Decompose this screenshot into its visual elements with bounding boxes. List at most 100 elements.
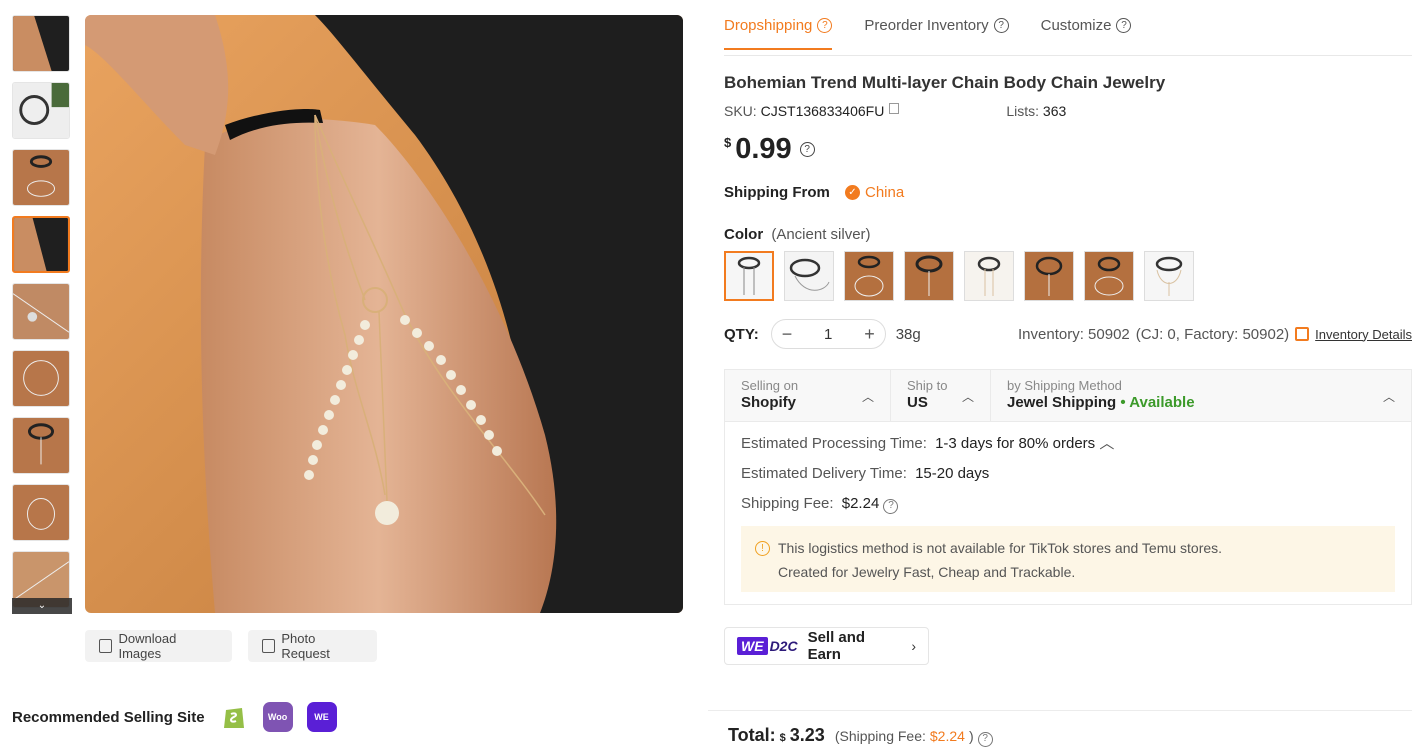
shipping-from-row: Shipping From ✓ China <box>724 184 1412 201</box>
video-icon <box>262 639 276 653</box>
chevron-up-icon[interactable]: ︿ <box>1099 435 1114 452</box>
minus-button[interactable]: − <box>782 324 793 345</box>
photo-request-button[interactable]: Photo Request <box>248 630 377 662</box>
thumbnail-8[interactable] <box>12 484 70 541</box>
price-amount: 0.99 <box>735 133 792 165</box>
price: $ 0.99 ? <box>724 133 1412 166</box>
shopify-icon[interactable] <box>218 702 249 732</box>
tab-preorder-label: Preorder Inventory <box>864 17 989 34</box>
thumbnail-6[interactable] <box>12 350 70 407</box>
sku-row: SKU: CJST136833406FU Lists: 363 <box>724 103 1412 119</box>
thumbnail-5[interactable] <box>12 283 70 340</box>
delivery-time-row: Estimated Delivery Time: 15-20 days <box>741 464 1395 494</box>
wed2c-d2c: D2C <box>769 638 798 654</box>
total-fee-label: (Shipping Fee: <box>834 728 926 744</box>
wed2c-text: WE <box>314 712 329 722</box>
warehouse-icon <box>1295 327 1310 341</box>
thumbnail-strip <box>12 15 72 615</box>
shipping-method-select[interactable]: by Shipping Method Jewel Shipping • Avai… <box>991 370 1411 421</box>
thumbnail-3[interactable] <box>12 149 70 206</box>
sku-value: CJST136833406FU <box>760 103 885 119</box>
ship-to-select[interactable]: Ship to US ︿ <box>891 370 991 421</box>
shipping-method-label: by Shipping Method <box>1007 378 1122 393</box>
download-image-icon <box>99 639 113 653</box>
lists-value: 363 <box>1042 103 1067 119</box>
warning-icon: ! <box>755 541 770 556</box>
wed2c-icon[interactable]: WE <box>306 702 337 732</box>
chevron-up-icon: ︿ <box>961 390 974 404</box>
processing-time-value: 1-3 days for 80% orders <box>935 435 1096 452</box>
total-row: Total: $ 3.23 (Shipping Fee: $2.24) ? <box>708 710 1412 747</box>
shipping-selectors: Selling on Shopify ︿ Ship to US ︿ by Shi… <box>725 370 1411 422</box>
help-icon[interactable]: ? <box>977 731 993 747</box>
color-swatch[interactable] <box>724 251 774 301</box>
thumbnail-scroll-down-icon[interactable]: ⌄ <box>12 598 72 614</box>
wed2c-we: WE <box>737 637 768 655</box>
chevron-up-icon: ︿ <box>1382 390 1395 404</box>
plus-button[interactable]: + <box>864 324 875 345</box>
color-swatch[interactable] <box>1084 251 1134 301</box>
help-icon[interactable]: ? <box>883 498 899 514</box>
shipping-from-label: Shipping From <box>724 184 830 201</box>
sell-and-earn-button[interactable]: WE D2C Sell and Earn › <box>724 627 929 665</box>
tab-dropshipping-label: Dropshipping <box>724 17 813 34</box>
color-swatch[interactable] <box>904 251 954 301</box>
total-fee-close: ) <box>968 728 974 744</box>
shipping-fee-row: Shipping Fee: $2.24 ? <box>741 494 1395 524</box>
shipping-box: Selling on Shopify ︿ Ship to US ︿ by Shi… <box>724 369 1412 605</box>
quantity-input[interactable]: 1 <box>824 326 832 343</box>
delivery-time-label: Estimated Delivery Time: <box>741 465 907 482</box>
quantity-row: QTY: − 1 + 38g Inventory: 50902 (CJ: 0, … <box>724 319 1412 349</box>
selling-on-select[interactable]: Selling on Shopify ︿ <box>725 370 891 421</box>
copy-icon[interactable] <box>889 103 900 114</box>
thumbnail-7[interactable] <box>12 417 70 474</box>
inventory-detail: (CJ: 0, Factory: 50902) <box>1135 325 1290 343</box>
color-swatch[interactable] <box>844 251 894 301</box>
help-icon[interactable]: ? <box>1116 18 1132 33</box>
warning-line-1: This logistics method is not available f… <box>778 540 1223 556</box>
shipping-from-country[interactable]: China <box>865 184 904 201</box>
tab-customize[interactable]: Customize ? <box>1041 17 1132 48</box>
thumbnail-2[interactable] <box>12 82 70 139</box>
color-swatch[interactable] <box>1024 251 1074 301</box>
logistics-warning: ! This logistics method is not available… <box>741 526 1395 592</box>
sku-label: SKU: <box>724 103 757 119</box>
sell-and-earn-label: Sell and Earn <box>807 629 866 663</box>
weight: 38g <box>895 325 921 343</box>
product-title: Bohemian Trend Multi-layer Chain Body Ch… <box>724 73 1166 92</box>
color-swatch[interactable] <box>784 251 834 301</box>
warning-line-2: Created for Jewelry Fast, Cheap and Trac… <box>778 564 1076 580</box>
check-icon: ✓ <box>845 185 860 200</box>
price-help-icon[interactable]: ? <box>799 142 815 157</box>
tab-customize-label: Customize <box>1040 17 1112 34</box>
shipping-fee-label: Shipping Fee: <box>741 495 834 512</box>
color-swatch[interactable] <box>964 251 1014 301</box>
thumbnail-1[interactable] <box>12 15 70 72</box>
ship-to-value: US <box>907 394 928 411</box>
woocommerce-icon[interactable]: Woo <box>262 702 293 732</box>
wed2c-logo: WE D2C <box>737 637 798 655</box>
qty-label: QTY: <box>724 325 759 343</box>
color-swatches <box>724 251 1412 301</box>
color-row: Color (Ancient silver) <box>724 226 1412 243</box>
color-swatch[interactable] <box>1144 251 1194 301</box>
inventory-details-link[interactable]: Inventory Details <box>1315 327 1412 342</box>
tab-dropshipping[interactable]: Dropshipping ? <box>724 17 833 50</box>
inventory: Inventory: 50902 (CJ: 0, Factory: 50902)… <box>1018 326 1412 343</box>
shipping-method-status: • Available <box>1120 394 1195 411</box>
color-selected: (Ancient silver) <box>771 226 871 243</box>
shipping-details: Estimated Processing Time: 1-3 days for … <box>725 422 1411 604</box>
photo-request-label: Photo Request <box>281 631 330 661</box>
help-icon[interactable]: ? <box>817 18 833 33</box>
help-icon[interactable]: ? <box>993 18 1009 33</box>
tab-preorder-inventory[interactable]: Preorder Inventory ? <box>864 17 1009 48</box>
total-currency: $ <box>779 732 786 744</box>
total-amount: 3.23 <box>789 725 825 745</box>
processing-time-row: Estimated Processing Time: 1-3 days for … <box>741 434 1395 464</box>
thumbnail-4[interactable] <box>12 216 70 273</box>
total-label: Total: <box>728 725 776 745</box>
product-detail-panel: Dropshipping ? Preorder Inventory ? Cust… <box>724 0 1412 665</box>
download-images-button[interactable]: Download Images <box>85 630 232 662</box>
tab-bar: Dropshipping ? Preorder Inventory ? Cust… <box>724 0 1412 56</box>
quantity-stepper: − 1 + <box>770 319 886 349</box>
